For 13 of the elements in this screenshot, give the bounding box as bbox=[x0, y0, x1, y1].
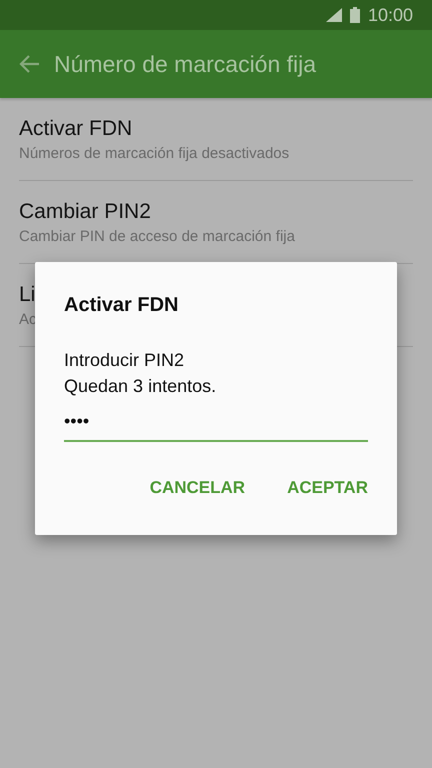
dialog-message: Quedan 3 intentos. bbox=[64, 375, 218, 398]
back-arrow-icon[interactable] bbox=[18, 54, 40, 74]
battery-icon bbox=[350, 7, 360, 23]
status-time: 10:00 bbox=[368, 4, 413, 26]
dialog-title: Activar FDN bbox=[64, 294, 180, 317]
setting-title[interactable]: Cambiar PIN2 bbox=[19, 200, 413, 224]
setting-title[interactable]: Activar FDN bbox=[19, 116, 413, 140]
setting-subtitle: Cambiar PIN de acceso de marcación fija bbox=[19, 228, 296, 244]
setting-subtitle: Números de marcación fija desactivados bbox=[19, 144, 290, 162]
pin-field[interactable]: •••• bbox=[64, 407, 368, 442]
signal-icon bbox=[326, 8, 342, 22]
screen-title: Número de marcación fija bbox=[54, 50, 316, 78]
dialog-message: Introducir PIN2 bbox=[64, 349, 186, 372]
